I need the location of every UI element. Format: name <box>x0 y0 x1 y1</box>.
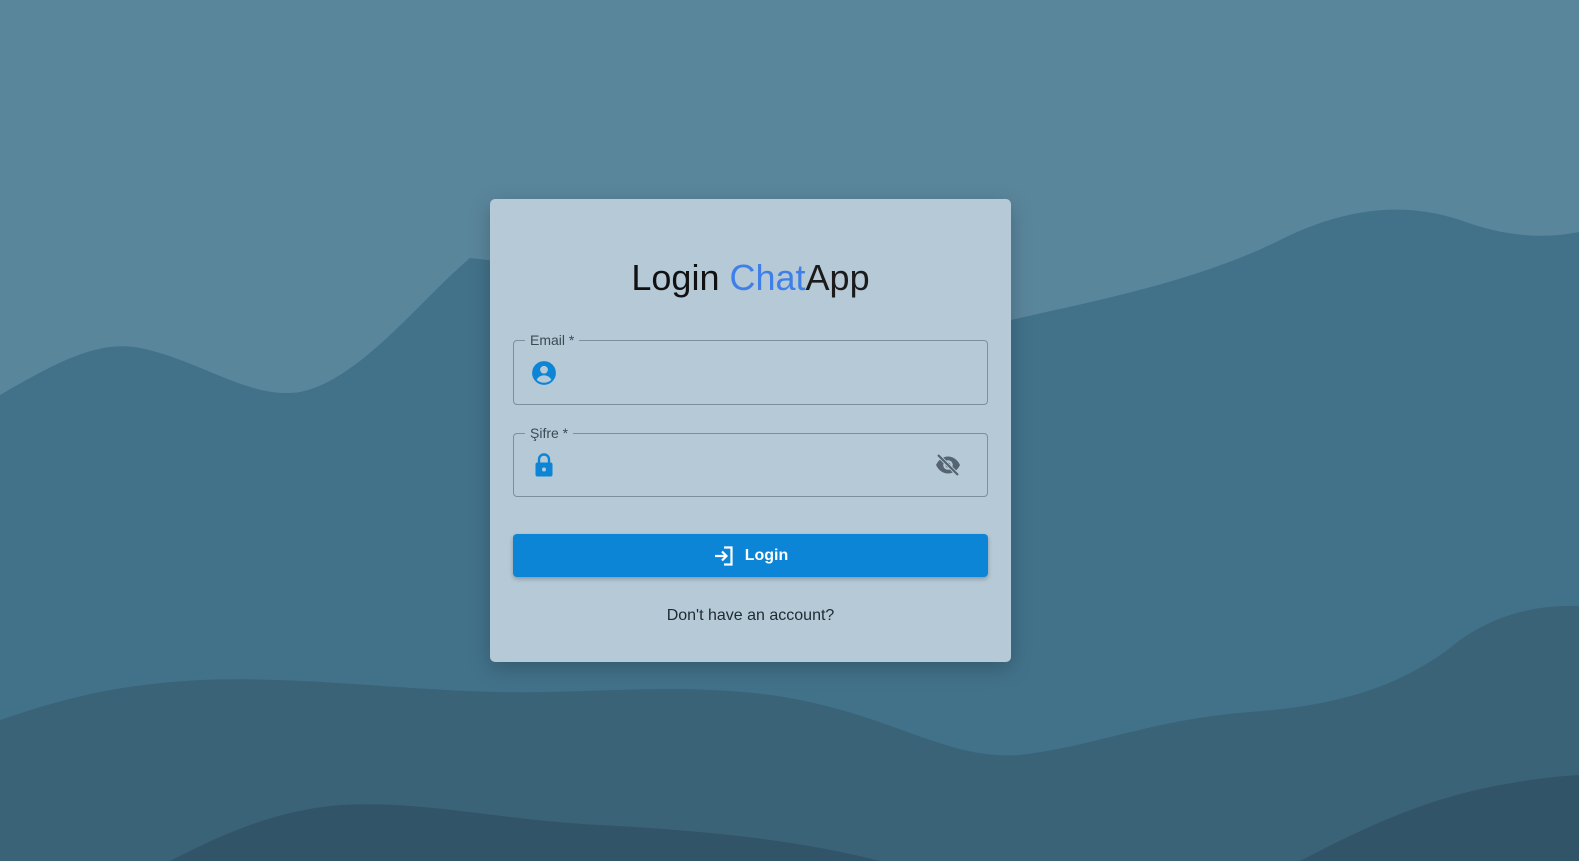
title-app: App <box>805 257 870 298</box>
lock-icon <box>531 452 557 478</box>
login-button-label: Login <box>744 546 789 564</box>
page-title: Login ChatApp <box>490 255 1011 301</box>
password-field[interactable]: Şifre * <box>513 424 988 497</box>
signup-link[interactable]: Don't have an account? <box>490 607 1011 625</box>
login-arrow-icon <box>713 545 735 567</box>
account-circle-icon <box>531 360 557 386</box>
email-input[interactable] <box>570 355 927 393</box>
email-field[interactable]: Email * <box>513 331 988 405</box>
title-chat: Chat <box>729 257 806 298</box>
login-card: Login ChatApp Email * Şifre * Login Don'… <box>490 199 1011 662</box>
login-button[interactable]: Login <box>513 534 988 577</box>
password-label: Şifre * <box>525 424 574 442</box>
page-background: Login ChatApp Email * Şifre * Login Don'… <box>0 0 1579 861</box>
password-input[interactable] <box>570 448 927 486</box>
visibility-off-icon[interactable] <box>933 450 963 480</box>
email-label: Email * <box>525 331 580 349</box>
title-login: Login <box>631 257 730 298</box>
